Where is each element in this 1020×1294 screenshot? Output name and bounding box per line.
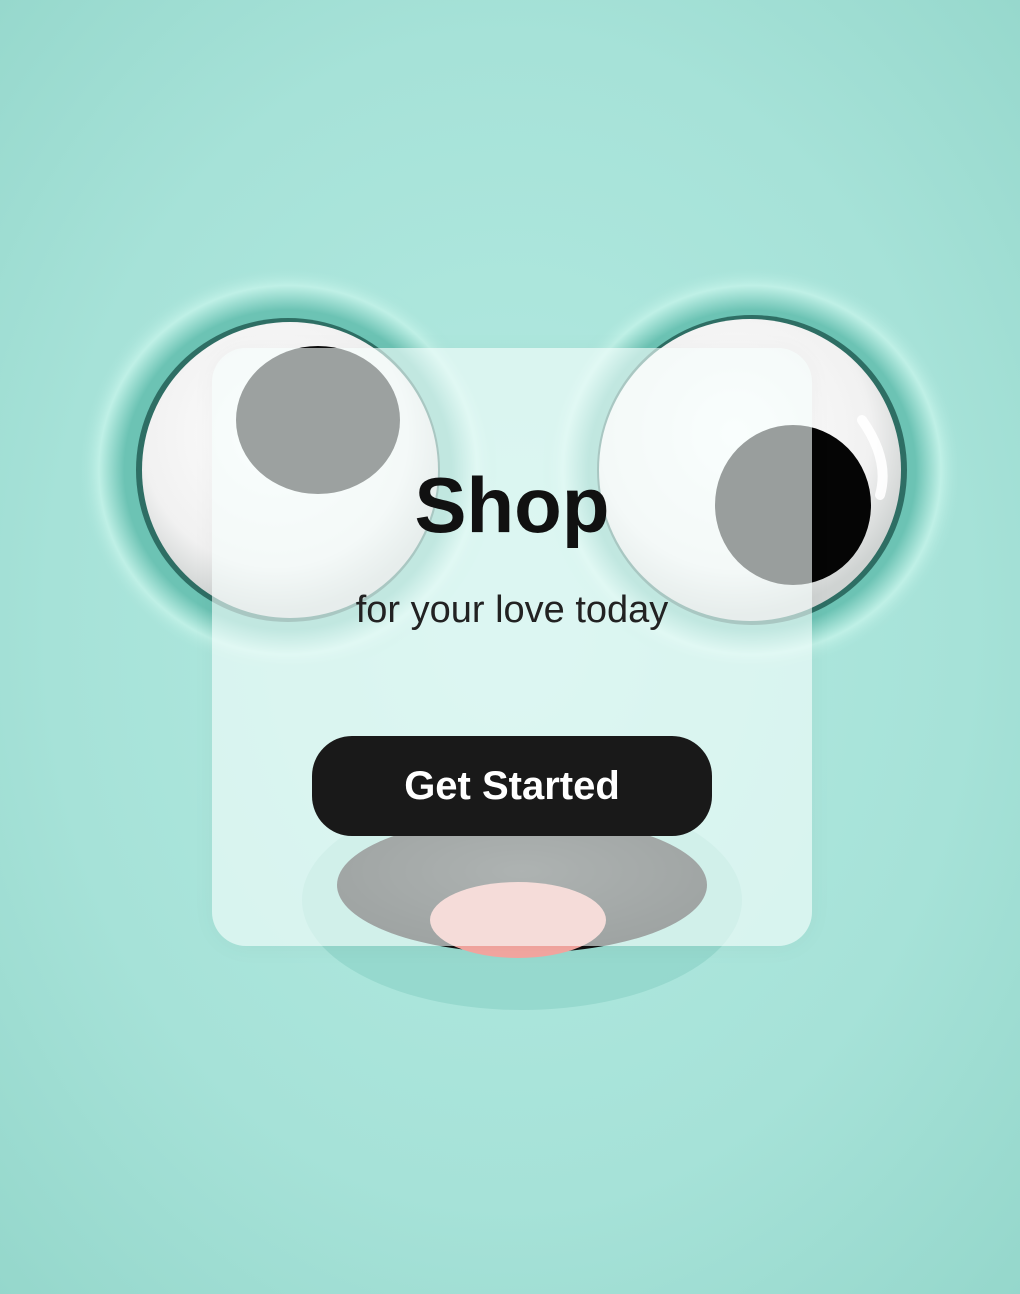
get-started-button[interactable]: Get Started	[312, 736, 712, 836]
hero-card: Shop for your love today Get Started	[212, 348, 812, 946]
hero-subtitle: for your love today	[355, 589, 669, 631]
hero-title: Shop	[414, 461, 610, 549]
